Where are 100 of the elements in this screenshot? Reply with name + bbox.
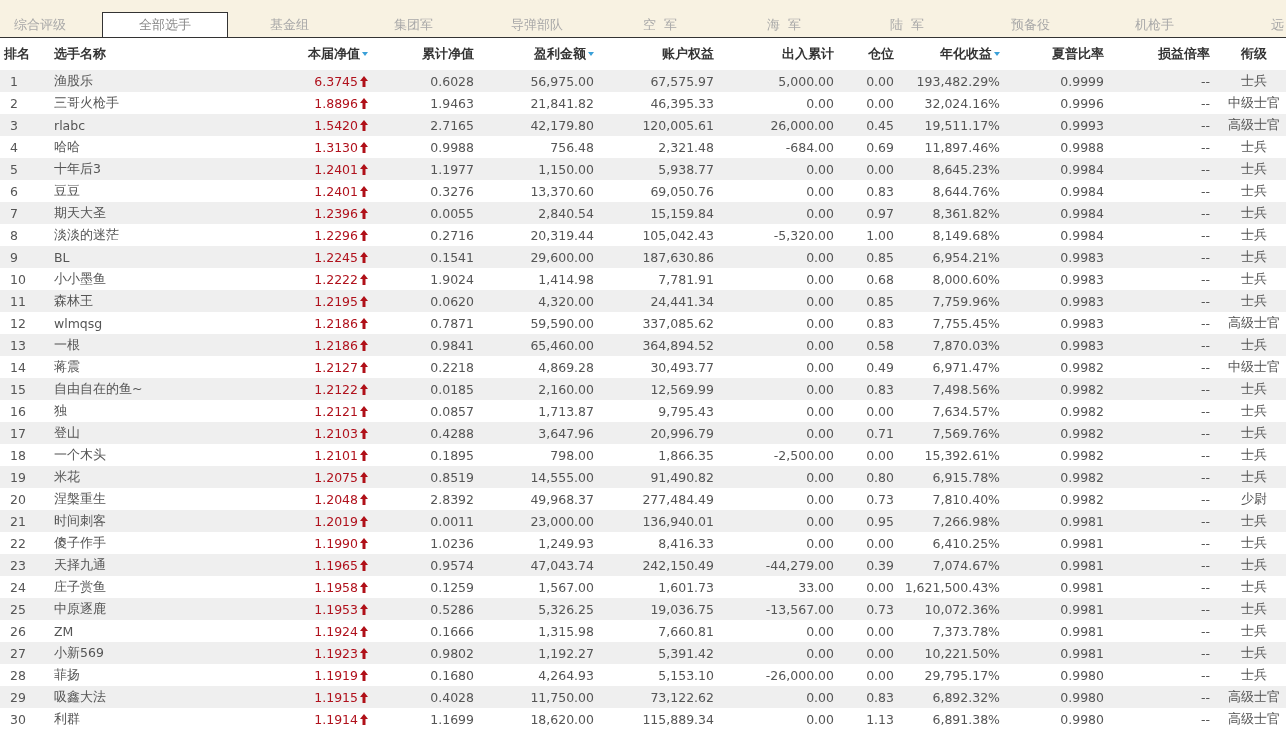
table-cell: -- [1200,645,1210,661]
table-cell: 0.9980 [1060,711,1104,727]
column-header[interactable]: 年化收益 [940,45,992,63]
table-cell: 0.9983 [1060,315,1104,331]
column-header[interactable]: 仓位 [868,45,894,63]
table-cell: 105,042.43 [642,227,714,243]
table-cell: 1.13 [866,711,894,727]
column-header[interactable]: 排名 [4,45,30,63]
column-header[interactable]: 账户权益 [662,45,714,63]
table-cell: 士兵 [1241,292,1267,310]
table-cell: -- [1200,117,1210,133]
table-cell: 0.00 [866,447,894,463]
table-cell: 1.2122 [314,381,358,397]
table-cell: 7,759.96% [932,293,1000,309]
table-cell: 1.1923 [314,645,358,661]
sort-icon[interactable] [994,52,1000,56]
table-cell: 0.9982 [1060,447,1104,463]
table-cell: 1,621,500.43% [904,579,1000,595]
table-cell: 十年后3 [54,160,101,178]
table-cell: 0.8519 [430,469,474,485]
table-cell: 高级士官 [1228,116,1280,134]
column-header[interactable]: 本届净值 [308,45,360,63]
table-cell: 73,122.62 [650,689,714,705]
table-cell: 8,645.23% [932,161,1000,177]
table-cell: 中级士官 [1228,358,1280,376]
table-cell: 0.58 [866,337,894,353]
table-cell: 高级士官 [1228,688,1280,706]
table-cell: -- [1200,469,1210,485]
table-cell: 0.83 [866,381,894,397]
table-cell: 13,370.60 [530,183,594,199]
table-cell: wlmqsg [54,315,103,331]
table-cell: 11,750.00 [530,689,594,705]
table-cell: 0.80 [866,469,894,485]
table-cell: 10 [10,271,26,287]
table-cell: 少尉 [1241,490,1267,508]
table-cell: 47,043.74 [530,557,594,573]
table-cell: 士兵 [1241,512,1267,530]
table-cell: 1.2186 [314,337,358,353]
column-header[interactable]: 夏普比率 [1052,45,1104,63]
table-cell: 0.00 [806,205,834,221]
table-cell: 士兵 [1241,336,1267,354]
table-cell: 高级士官 [1228,710,1280,728]
column-header[interactable]: 盈利金额 [534,45,586,63]
table-cell: 10,072.36% [924,601,1000,617]
table-cell: 0.0055 [430,205,474,221]
table-cell: -- [1200,601,1210,617]
table-cell: -- [1200,667,1210,683]
table-cell: 8,361.82% [932,205,1000,221]
table-cell: -- [1200,623,1210,639]
table-cell: -- [1200,689,1210,705]
table-cell: 0.2218 [430,359,474,375]
column-header[interactable]: 损益倍率 [1158,45,1210,63]
table-cell: 4 [10,139,18,155]
table-cell: 2.7165 [430,117,474,133]
table-cell: 6,892.32% [932,689,1000,705]
table-cell: 0.83 [866,315,894,331]
table-cell: -- [1200,491,1210,507]
table-cell: 0.1680 [430,667,474,683]
column-header[interactable]: 累计净值 [422,45,474,63]
table-cell: 32,024.16% [924,95,1000,111]
table-cell: 淡淡的迷茫 [54,226,119,244]
table-cell: 0.6028 [430,73,474,89]
sort-icon[interactable] [362,52,368,56]
table-cell: 庄子赏鱼 [54,578,106,596]
table-cell: 1,249.93 [538,535,594,551]
tab[interactable]: 全部选手 [102,12,228,37]
table-cell: 0.71 [866,425,894,441]
table-cell: 1,601.73 [658,579,714,595]
table-cell: 0.5286 [430,601,474,617]
table-cell: 0.00 [866,579,894,595]
table-cell: 哈哈 [54,138,80,156]
table-cell: 0.00 [806,315,834,331]
column-header[interactable]: 出入累计 [782,45,834,63]
table-cell: 1.1914 [314,711,358,727]
table-cell: 士兵 [1241,446,1267,464]
table-cell: 0.00 [806,535,834,551]
table-cell: 1.2296 [314,227,358,243]
table-cell: -44,279.00 [765,557,834,573]
table-cell: 0.9981 [1060,645,1104,661]
table-cell: 菲扬 [54,666,80,684]
table-cell: 136,940.01 [642,513,714,529]
table-cell: -- [1200,95,1210,111]
column-header[interactable]: 衔级 [1241,45,1267,63]
table-cell: 115,889.34 [642,711,714,727]
table-cell: 士兵 [1241,468,1267,486]
table-cell: 米花 [54,468,80,486]
table-cell: 1.8896 [314,95,358,111]
column-header[interactable]: 选手名称 [54,45,106,63]
table-cell: 11 [10,293,26,309]
table-cell: -13,567.00 [765,601,834,617]
table-cell: -- [1200,183,1210,199]
table-cell: 士兵 [1241,204,1267,222]
table-cell: 0.1895 [430,447,474,463]
table-cell: 士兵 [1241,556,1267,574]
table-cell: 1.1915 [314,689,358,705]
table-cell: 小小墨鱼 [54,270,106,288]
table-cell: 4,320.00 [538,293,594,309]
table-cell: 0.9993 [1060,117,1104,133]
table-cell: 0.00 [806,403,834,419]
sort-icon[interactable] [588,52,594,56]
